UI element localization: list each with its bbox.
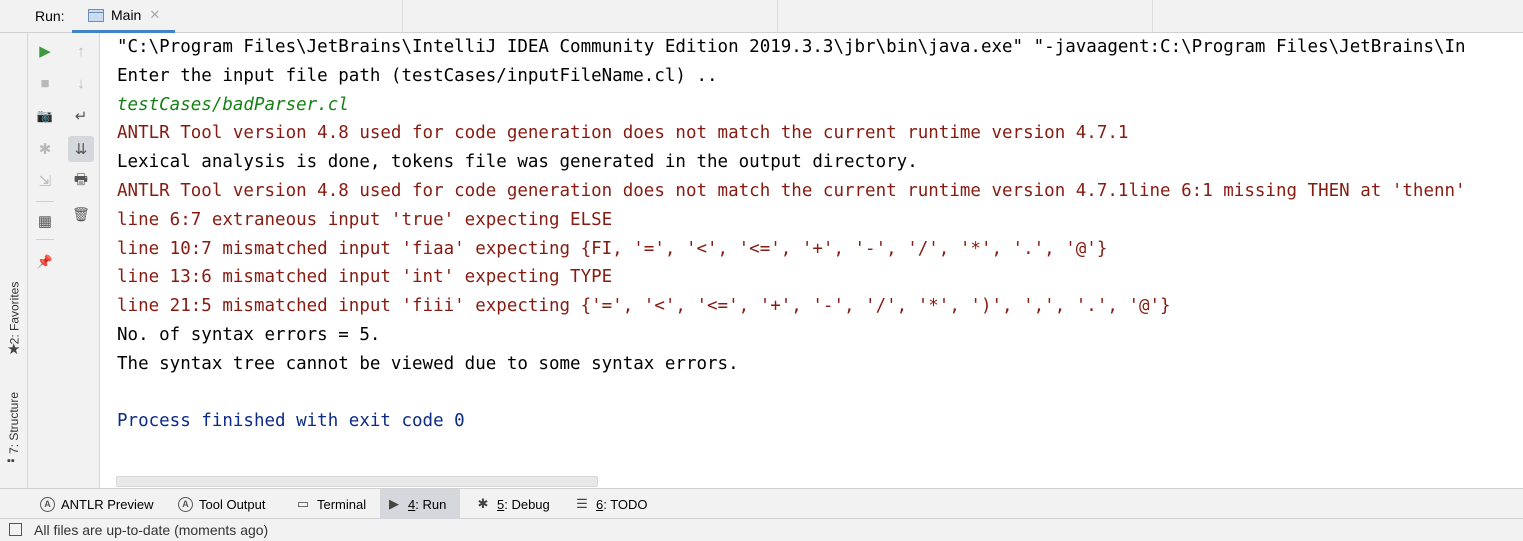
console-line: line 21:5 mismatched input 'fiii' expect… [117, 296, 1171, 317]
tab-main-label: Main [111, 7, 142, 23]
antlr-icon: A [178, 496, 193, 512]
debug-label: 5: Debug [497, 496, 550, 512]
console-line: Enter the input file path (testCases/inp… [117, 65, 718, 86]
close-icon[interactable]: ✕ [149, 7, 160, 23]
run-actions-toolbar: ▶ ■ 📷 ✱ ⇲ ▦ 📌 [28, 33, 62, 488]
tab-main[interactable]: Main ✕ [72, 0, 175, 33]
terminal-icon: ▭ [296, 496, 310, 511]
tool-windows-bar: A ANTLR Preview A Tool Output ▭ Terminal… [0, 488, 1523, 519]
layout-icon[interactable]: ▦ [32, 208, 58, 234]
camera-icon[interactable]: 📷 [32, 103, 58, 129]
terminal-tab[interactable]: ▭ Terminal [289, 489, 372, 519]
structure-label: 7: Structure [7, 391, 21, 455]
antlr-icon: A [40, 496, 55, 512]
list-icon: ☰ [576, 496, 588, 511]
pin-icon[interactable]: 📌 [32, 249, 58, 275]
console-line: ANTLR Tool version 4.8 used for code gen… [117, 123, 1129, 144]
structure-icon: ▪▪ [7, 455, 15, 467]
scroll-to-end-icon[interactable]: ⇊ [68, 136, 94, 162]
favorites-label: 2: Favorites [7, 281, 22, 345]
stop-icon[interactable]: ■ [32, 70, 58, 96]
left-tool-strip: 2: Favorites ★ 7: Structure ▪▪ [0, 33, 28, 488]
run-icon: ▶ [389, 496, 399, 511]
console-line: ANTLR Tool version 4.8 used for code gen… [117, 181, 1466, 201]
todo-tab[interactable]: ☰ 6: TODO [568, 489, 654, 519]
application-window-icon [88, 8, 104, 22]
terminal-label: Terminal [317, 496, 367, 512]
structure-tab[interactable]: 7: Structure [0, 383, 28, 463]
horizontal-scrollbar[interactable] [116, 476, 598, 487]
header-divider [777, 0, 778, 32]
console-actions-toolbar: ↑ ↓ ↵ ⇊ 🖶 🗑 [62, 33, 100, 488]
soft-wrap-icon[interactable]: ↵ [68, 103, 94, 129]
console-line: "C:\Program Files\JetBrains\IntelliJ IDE… [117, 37, 1466, 57]
trash-icon[interactable]: 🗑 [68, 201, 94, 227]
console-line: line 6:7 extraneous input 'true' expecti… [117, 209, 613, 230]
tool-output-label: Tool Output [199, 496, 266, 512]
up-arrow-icon[interactable]: ↑ [68, 38, 94, 64]
console-line: No. of syntax errors = 5. [117, 325, 381, 345]
bug-icon: ✱ [477, 496, 489, 511]
console-line: line 13:6 mismatched input 'int' expecti… [117, 267, 613, 288]
run-tool-window-header: Run: Main ✕ [0, 0, 1523, 33]
rerun-icon[interactable]: ▶ [32, 38, 58, 64]
down-arrow-icon[interactable]: ↓ [68, 70, 94, 96]
toolbar-separator [36, 239, 54, 240]
tool-windows-toggle-icon[interactable] [9, 523, 22, 536]
debug-bug-icon[interactable]: ✱ [32, 136, 58, 162]
console-line: testCases/badParser.cl [117, 94, 349, 115]
status-message: All files are up-to-date (moments ago) [34, 522, 269, 538]
tool-output-tab[interactable]: A Tool Output [172, 489, 272, 519]
console-line: Lexical analysis is done, tokens file wa… [117, 152, 918, 173]
header-divider [1152, 0, 1153, 32]
todo-label: 6: TODO [596, 496, 648, 512]
run-tab[interactable]: ▶ 4: Run [380, 489, 460, 519]
print-icon[interactable]: 🖶 [68, 168, 94, 194]
restore-layout-icon[interactable]: ⇲ [32, 168, 58, 194]
console-line: line 10:7 mismatched input 'fiaa' expect… [117, 238, 1108, 259]
toolbar-separator [36, 201, 54, 202]
antlr-preview-label: ANTLR Preview [61, 496, 154, 512]
run-label: 4: Run [408, 496, 447, 512]
console-output[interactable]: "C:\Program Files\JetBrains\IntelliJ IDE… [100, 33, 1523, 488]
status-bar: All files are up-to-date (moments ago) [0, 519, 1523, 541]
star-icon: ★ [7, 341, 21, 358]
debug-tab[interactable]: ✱ 5: Debug [469, 489, 556, 519]
run-label: Run: [35, 8, 65, 24]
antlr-preview-tab[interactable]: A ANTLR Preview [34, 489, 159, 519]
console-line: The syntax tree cannot be viewed due to … [117, 353, 739, 374]
header-divider [402, 0, 403, 32]
console-line: Process finished with exit code 0 [117, 411, 465, 432]
